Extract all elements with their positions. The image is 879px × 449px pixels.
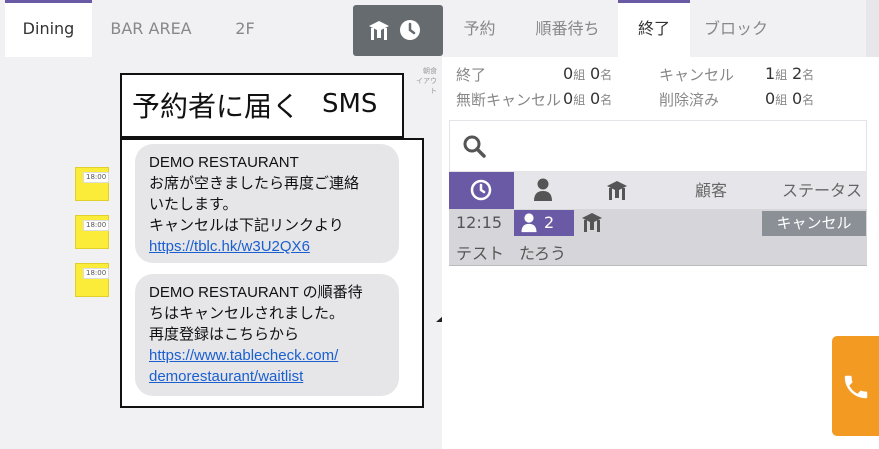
sms-bubble-waitlist-notice: DEMO RESTAURANT お席が空きましたら再度ご連絡 いたします。 キャ… (135, 144, 399, 263)
table-marker-10[interactable]: 10 18:00 (75, 167, 110, 201)
tab-dining[interactable]: Dining (5, 0, 92, 60)
stat-no-show: 無断キャンセル (456, 91, 562, 109)
top-bar-edge (866, 0, 879, 57)
sms-callout-title: 予約者に届く SMS (120, 73, 404, 138)
table-row[interactable]: 12:15 2 キャンセル テスト たろう (449, 209, 867, 266)
sms-bubble-cancel-notice: DEMO RESTAURANT の順番待 ちはキャンセルされました。 再度登録は… (135, 274, 399, 396)
table-icon[interactable] (605, 180, 629, 202)
sms-waitlist-link-cont[interactable]: demorestaurant/waitlist (149, 366, 387, 387)
sms-cancel-link[interactable]: https://tblc.hk/w3U2QX6 (149, 236, 387, 257)
row-time: 12:15 (456, 213, 503, 232)
table-time-toggle-button[interactable] (353, 5, 443, 56)
guest-count-badge: 2 (514, 210, 574, 236)
status-badge: キャンセル (762, 211, 866, 236)
tab-2f[interactable]: 2F (215, 0, 275, 57)
stat-deleted: 削除済み (659, 91, 720, 109)
tab-reservations[interactable]: 予約 (452, 0, 507, 57)
table-icon (369, 21, 389, 40)
floor-corner-label: 朝食 イアウト (416, 67, 437, 95)
stat-cancelled-count: 1組 2名 (765, 64, 815, 83)
stat-cancelled: キャンセル (659, 66, 735, 84)
list-header: 顧客 ステータス (449, 172, 867, 209)
clock-icon (400, 20, 420, 40)
stat-finished: 終了 (456, 66, 487, 84)
tab-finished[interactable]: 終了 (618, 0, 690, 60)
search-icon (463, 135, 486, 158)
tab-waitlist[interactable]: 順番待ち (520, 0, 615, 57)
table-marker-11[interactable]: 11 18:00 (75, 215, 110, 249)
phone-button[interactable] (832, 336, 879, 436)
stat-finished-count: 0組 0名 (563, 64, 613, 83)
stat-deleted-count: 0組 0名 (765, 89, 815, 108)
sort-by-time-button[interactable] (449, 172, 514, 209)
column-customer[interactable]: 顧客 (695, 172, 727, 209)
customer-first-name: たろう (519, 244, 567, 263)
search-bar[interactable] (449, 120, 867, 172)
customer-last-name: テスト (456, 244, 505, 263)
person-icon (521, 213, 537, 233)
tab-block[interactable]: ブロック (696, 0, 776, 57)
stat-no-show-count: 0組 0名 (563, 89, 613, 108)
table-marker-12[interactable]: 12 18:00 (75, 263, 110, 297)
sms-waitlist-link[interactable]: https://www.tablecheck.com/ (149, 345, 387, 366)
phone-icon (844, 375, 868, 399)
table-icon (582, 213, 602, 232)
clock-icon (470, 179, 492, 201)
column-status[interactable]: ステータス (782, 172, 862, 209)
tab-bar-area[interactable]: BAR AREA (100, 0, 202, 57)
person-icon[interactable] (533, 178, 553, 202)
